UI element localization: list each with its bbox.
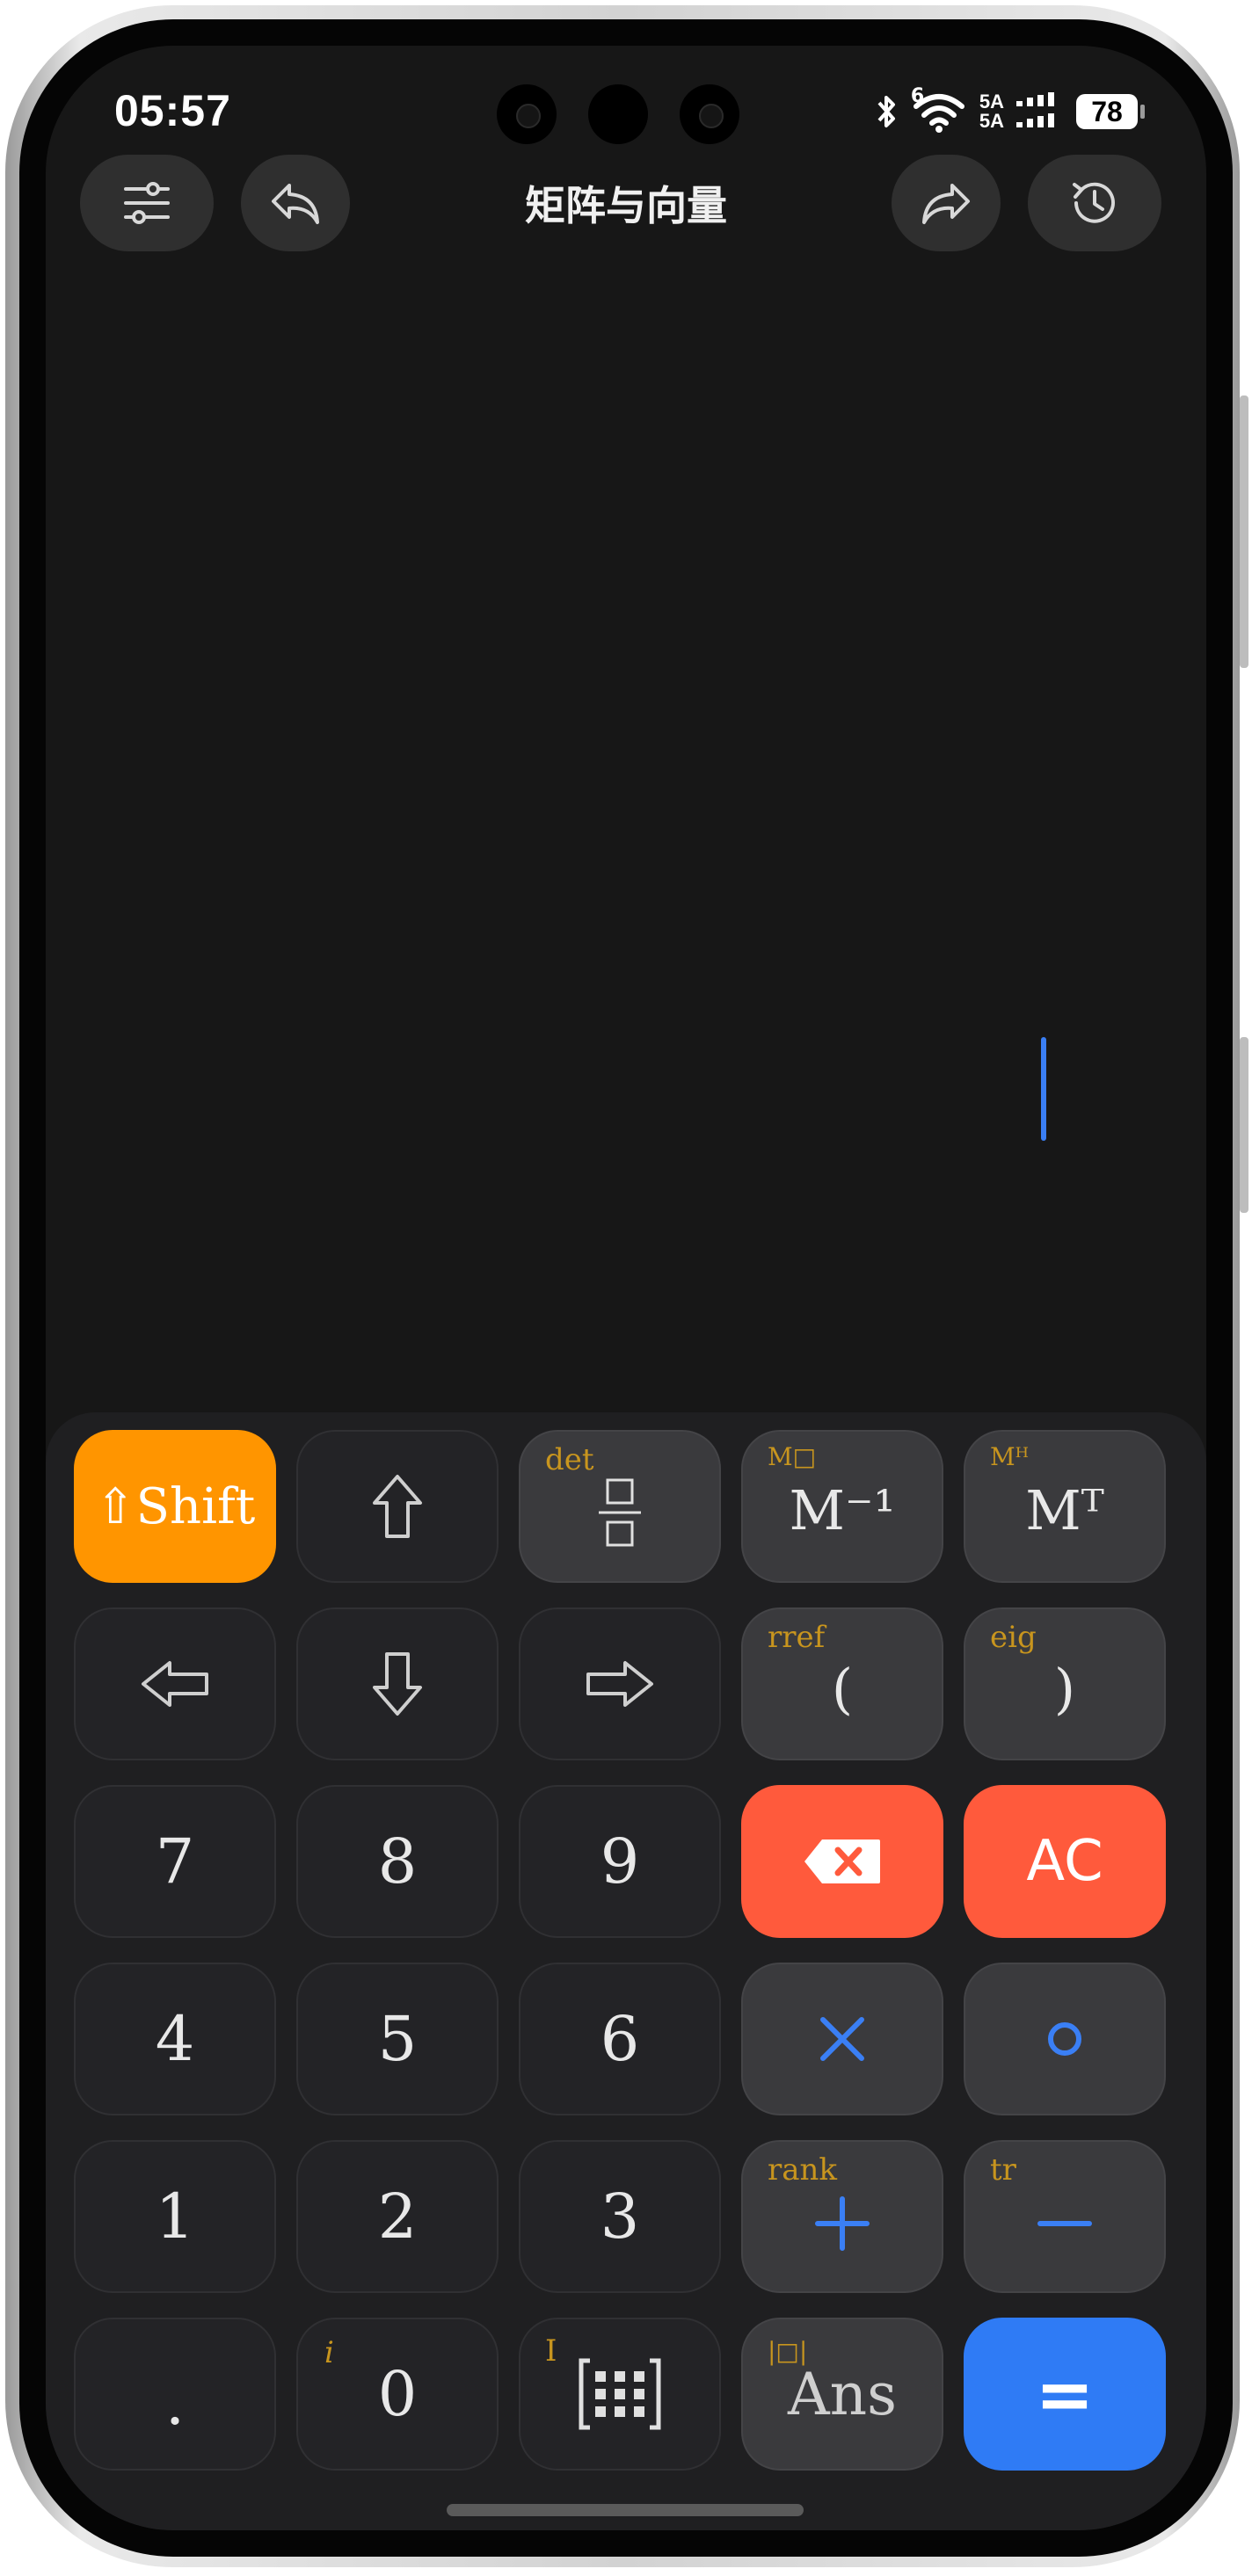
close-paren-key[interactable]: eig ) [964, 1607, 1166, 1760]
wifi-generation: 6 [910, 85, 925, 107]
rref-secondary-label: rref [768, 1620, 826, 1655]
digit-7-label: 7 [155, 1825, 195, 1898]
digit-6-key[interactable]: 6 [519, 1963, 721, 2115]
plus-key[interactable]: rank [741, 2140, 943, 2293]
matrix-transpose-key[interactable]: Mᴴ Mᵀ [964, 1430, 1166, 1583]
all-clear-key[interactable]: AC [964, 1785, 1166, 1938]
fraction-icon [599, 1478, 641, 1547]
digit-3-key[interactable]: 3 [519, 2140, 721, 2293]
matrix-inverse-key[interactable]: M□ M⁻¹ [741, 1430, 943, 1583]
keypad: ⇧Shift det M□ M⁻¹ Mᴴ Mᵀ rref (eig) 7 8… [46, 1412, 1206, 2530]
digit-5-key[interactable]: 5 [296, 1963, 499, 2115]
shift-key[interactable]: ⇧Shift [74, 1430, 276, 1583]
open-paren-key[interactable]: rref ( [741, 1607, 943, 1760]
equals-label: = [1035, 2353, 1095, 2435]
digit-4-label: 4 [155, 2003, 195, 2075]
arrow-left-icon [142, 1661, 208, 1707]
absolute-value-secondary-label: |□| [768, 2337, 808, 2366]
digit-0-key[interactable]: i 0 [296, 2318, 499, 2471]
matrix-inverse-label: M⁻¹ [789, 1477, 896, 1542]
redo-icon [922, 184, 970, 224]
answer-key[interactable]: |□| Ans [741, 2318, 943, 2471]
front-camera-icon [588, 84, 648, 144]
matrix-power-secondary-label: M□ [768, 1442, 817, 1471]
matrix-input-key[interactable]: I [519, 2318, 721, 2471]
shift-label: ⇧Shift [94, 1477, 256, 1535]
redo-button[interactable] [892, 155, 1001, 251]
digit-9-label: 9 [600, 1825, 640, 1898]
identity-matrix-secondary-label: I [545, 2333, 557, 2369]
answer-label: Ans [787, 2360, 898, 2428]
trace-secondary-label: tr [990, 2152, 1016, 2188]
network-type: 5A 5A [979, 91, 1004, 132]
conjugate-transpose-secondary-label: Mᴴ [990, 1442, 1030, 1471]
all-clear-label: AC [1026, 1829, 1103, 1894]
screen: 05:57 6 5A 5A 78 矩阵与向量 ⇧Shift det M□ M⁻¹… [46, 46, 1206, 2530]
arrow-down-icon [373, 1652, 422, 1716]
history-button[interactable] [1028, 155, 1161, 251]
digit-6-label: 6 [600, 2003, 640, 2075]
digit-1-label: 1 [155, 2181, 195, 2253]
eig-secondary-label: eig [990, 1620, 1037, 1655]
digit-4-key[interactable]: 4 [74, 1963, 276, 2115]
digit-3-label: 3 [600, 2181, 640, 2253]
status-time: 05:57 [114, 86, 231, 135]
digit-5-label: 5 [377, 2003, 418, 2075]
volume-button [1240, 395, 1248, 668]
battery-indicator: 78 [1076, 94, 1145, 129]
minus-key[interactable]: tr [964, 2140, 1166, 2293]
imaginary-unit-secondary-label: i [324, 2335, 334, 2370]
sensor-icon [680, 84, 739, 144]
decimal-point-label: . [164, 2367, 186, 2439]
close-paren-label: ) [1053, 1656, 1076, 1721]
equals-key[interactable]: = [964, 2318, 1166, 2471]
digit-2-label: 2 [377, 2181, 418, 2253]
multiply-icon [820, 2017, 864, 2061]
minus-icon [1037, 2221, 1092, 2226]
bluetooth-icon [877, 96, 895, 127]
cursor-up-key[interactable] [296, 1430, 499, 1583]
digit-1-key[interactable]: 1 [74, 2140, 276, 2293]
digit-0-label: 0 [377, 2358, 418, 2430]
input-cursor[interactable] [1041, 1037, 1046, 1141]
digit-9-key[interactable]: 9 [519, 1785, 721, 1938]
history-icon [1073, 182, 1115, 223]
decimal-point-key[interactable]: . [74, 2318, 276, 2471]
arrow-up-icon [373, 1475, 422, 1538]
cursor-right-key[interactable] [519, 1607, 721, 1760]
cursor-left-key[interactable] [74, 1607, 276, 1760]
circle-operator-icon [1048, 2022, 1081, 2056]
sensor-icon [497, 84, 557, 144]
compose-key[interactable] [964, 1963, 1166, 2115]
delete-key[interactable] [741, 1785, 943, 1938]
home-indicator[interactable] [447, 2504, 804, 2516]
arrow-right-icon [586, 1661, 653, 1707]
fraction-key[interactable]: det [519, 1430, 721, 1583]
cursor-down-key[interactable] [296, 1607, 499, 1760]
matrix-transpose-label: Mᵀ [1025, 1477, 1104, 1542]
status-icons: 6 5A 5A 78 [874, 85, 1145, 134]
signal-icon [1016, 92, 1054, 127]
digit-2-key[interactable]: 2 [296, 2140, 499, 2293]
multiply-key[interactable] [741, 1963, 943, 2115]
matrix-grid-icon [579, 2358, 661, 2430]
wifi-icon: 6 [911, 85, 967, 133]
backspace-icon [804, 1839, 880, 1883]
rank-secondary-label: rank [768, 2152, 838, 2188]
digit-8-label: 8 [377, 1825, 418, 1898]
power-button [1240, 1037, 1248, 1213]
open-paren-label: ( [831, 1656, 854, 1721]
digit-8-key[interactable]: 8 [296, 1785, 499, 1938]
digit-7-key[interactable]: 7 [74, 1785, 276, 1938]
det-secondary-label: det [545, 1442, 594, 1477]
plus-icon [815, 2196, 870, 2251]
